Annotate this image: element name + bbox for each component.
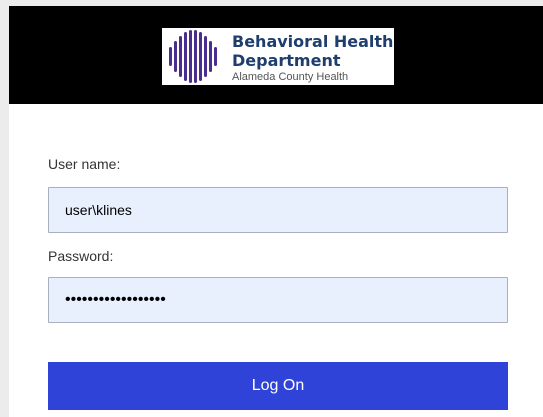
log-on-button[interactable]: Log On — [48, 362, 508, 410]
password-field[interactable] — [48, 277, 508, 323]
striped-oval-logo-icon — [169, 30, 217, 83]
password-label: Password: — [48, 248, 114, 264]
department-logo: Behavioral Health Department Alameda Cou… — [162, 28, 394, 85]
username-field[interactable] — [48, 187, 508, 233]
logo-title: Behavioral Health Department — [232, 32, 393, 70]
login-page: Behavioral Health Department Alameda Cou… — [0, 0, 543, 417]
logo-subtitle: Alameda County Health — [232, 71, 349, 83]
logo-title-line2: Department — [232, 51, 341, 70]
username-label: User name: — [48, 156, 121, 172]
logo-title-line1: Behavioral Health — [232, 32, 394, 51]
